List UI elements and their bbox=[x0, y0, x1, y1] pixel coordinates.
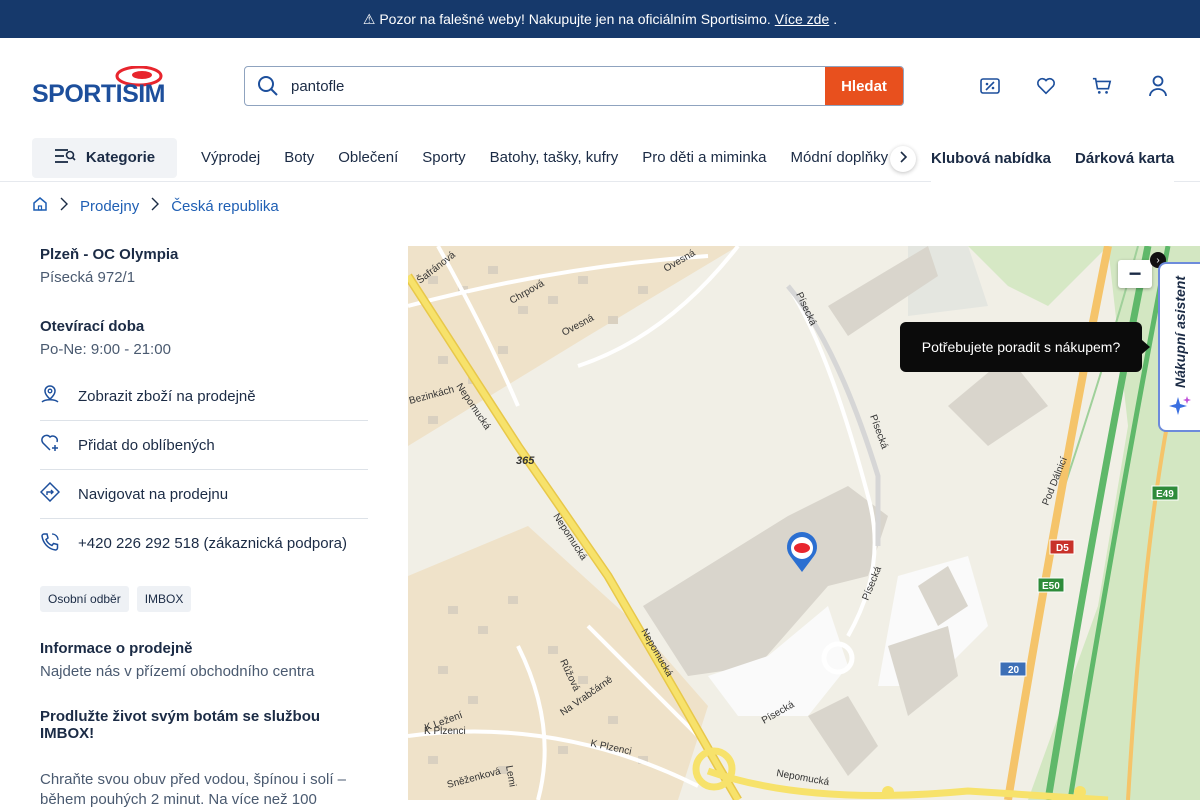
route-shield: D5 bbox=[1056, 543, 1069, 554]
action-label: Navigovat na prodejnu bbox=[78, 485, 229, 503]
show-store-goods-action[interactable]: Zobrazit zboží na prodejně bbox=[40, 372, 368, 421]
nav-scroll-right-button[interactable] bbox=[890, 146, 916, 172]
nav-item[interactable]: Batohy, tašky, kufry bbox=[490, 149, 619, 166]
menu-icon bbox=[54, 147, 76, 169]
chevron-right-icon bbox=[898, 150, 908, 168]
search-input[interactable] bbox=[291, 67, 825, 105]
imbox-title: Prodlužte život svým botám se službou IM… bbox=[40, 708, 321, 742]
user-icon[interactable] bbox=[1148, 75, 1168, 97]
header-icons bbox=[980, 75, 1168, 97]
nav-items: Výprodej Boty Oblečení Sporty Batohy, ta… bbox=[201, 149, 888, 166]
map-label: K Plzenci bbox=[424, 726, 466, 737]
heart-icon[interactable] bbox=[1036, 76, 1056, 96]
store-map[interactable]: Nepomucká Nepomucká Nepomucká Nepomucká … bbox=[408, 246, 1200, 800]
search-bar: Hledat bbox=[244, 66, 904, 106]
hours-title: Otevírací doba bbox=[40, 318, 145, 335]
action-label: Zobrazit zboží na prodejně bbox=[78, 387, 256, 405]
nav-item[interactable]: Pro děti a miminka bbox=[642, 149, 766, 166]
logo-text: SPORTISIMO bbox=[32, 80, 166, 106]
phone-icon bbox=[40, 532, 60, 556]
store-address: Písecká 972/1 bbox=[40, 269, 136, 286]
search-icon bbox=[245, 75, 291, 97]
nav-featured: Klubová nabídka Dárková karta bbox=[931, 134, 1175, 182]
breadcrumb-item[interactable]: Česká republika bbox=[171, 198, 279, 215]
category-button[interactable]: Kategorie bbox=[32, 137, 177, 178]
route-shield: E49 bbox=[1156, 489, 1174, 500]
nav-item[interactable]: Výprodej bbox=[201, 149, 260, 166]
navigate-action[interactable]: Navigovat na prodejnu bbox=[39, 470, 368, 519]
nav-item-gift-card[interactable]: Dárková karta bbox=[1075, 150, 1174, 167]
category-label: Kategorie bbox=[85, 149, 156, 166]
phone-action[interactable]: +420 226 292 518 (zákaznická podpora) bbox=[40, 519, 368, 568]
store-sidebar: Plzeň - OC Olympia Písecká 972/1 Otevíra… bbox=[39, 246, 368, 810]
chevron-right-icon bbox=[60, 197, 68, 215]
shopping-assistant-tab[interactable]: Nákupní asistent bbox=[1158, 262, 1200, 432]
breadcrumb: Prodejny Česká republika bbox=[0, 182, 1200, 230]
service-tag: IMBOX bbox=[136, 586, 192, 612]
chevron-right-icon bbox=[151, 197, 160, 215]
discount-icon[interactable] bbox=[980, 76, 1000, 96]
assistant-tooltip[interactable]: Potřebujete poradit s nákupem? bbox=[900, 322, 1150, 372]
map-label: 365 bbox=[516, 455, 535, 467]
action-label: Přidat do oblíbených bbox=[78, 436, 215, 454]
main-nav: Kategorie Výprodej Boty Oblečení Sporty … bbox=[0, 134, 1200, 182]
header: SPORTISIMO Hledat bbox=[0, 38, 1200, 134]
nav-item[interactable]: Boty bbox=[284, 149, 314, 166]
imbox-text: Chraňte svou obuv před vodou, špínou i s… bbox=[40, 771, 347, 808]
sparkle-icon bbox=[1168, 394, 1192, 423]
map-pin-user-icon bbox=[40, 384, 60, 408]
warning-more-link[interactable]: Více zde bbox=[775, 11, 829, 27]
warning-bar: ⚠ Pozor na falešné weby! Nakupujte jen n… bbox=[0, 0, 1200, 38]
info-text: Najdete nás v přízemí obchodního centra bbox=[40, 663, 315, 680]
route-shield: 20 bbox=[1008, 665, 1020, 676]
service-tags: Osobní odběr IMBOX bbox=[40, 586, 368, 612]
service-tag: Osobní odběr bbox=[40, 586, 129, 612]
heart-plus-icon bbox=[40, 433, 60, 457]
store-hours: Po-Ne: 9:00 - 21:00 bbox=[40, 341, 171, 358]
warning-suffix: . bbox=[833, 11, 838, 27]
cart-icon[interactable] bbox=[1092, 76, 1112, 96]
info-title: Informace o prodejně bbox=[40, 640, 193, 657]
zoom-out-button[interactable]: − bbox=[1118, 260, 1152, 288]
nav-item[interactable]: Oblečení bbox=[338, 149, 398, 166]
store-name: Plzeň - OC Olympia bbox=[40, 246, 179, 263]
action-label: +420 226 292 518 (zákaznická podpora) bbox=[78, 535, 347, 552]
home-icon[interactable] bbox=[32, 196, 48, 216]
warning-text: ⚠ Pozor na falešné weby! Nakupujte jen n… bbox=[362, 10, 771, 27]
sportisimo-logo[interactable]: SPORTISIMO bbox=[32, 65, 185, 108]
route-shield: E50 bbox=[1042, 581, 1060, 592]
nav-item-club-offer[interactable]: Klubová nabídka bbox=[931, 150, 1051, 167]
assistant-label: Nákupní asistent bbox=[1172, 276, 1188, 389]
search-button[interactable]: Hledat bbox=[825, 67, 903, 105]
nav-item[interactable]: Módní doplňky bbox=[791, 149, 889, 166]
add-favorite-action[interactable]: Přidat do oblíbených bbox=[40, 421, 368, 470]
breadcrumb-item[interactable]: Prodejny bbox=[80, 198, 139, 215]
store-actions: Zobrazit zboží na prodejně Přidat do obl… bbox=[39, 372, 368, 568]
nav-item[interactable]: Sporty bbox=[422, 149, 465, 166]
directions-icon bbox=[39, 481, 61, 506]
